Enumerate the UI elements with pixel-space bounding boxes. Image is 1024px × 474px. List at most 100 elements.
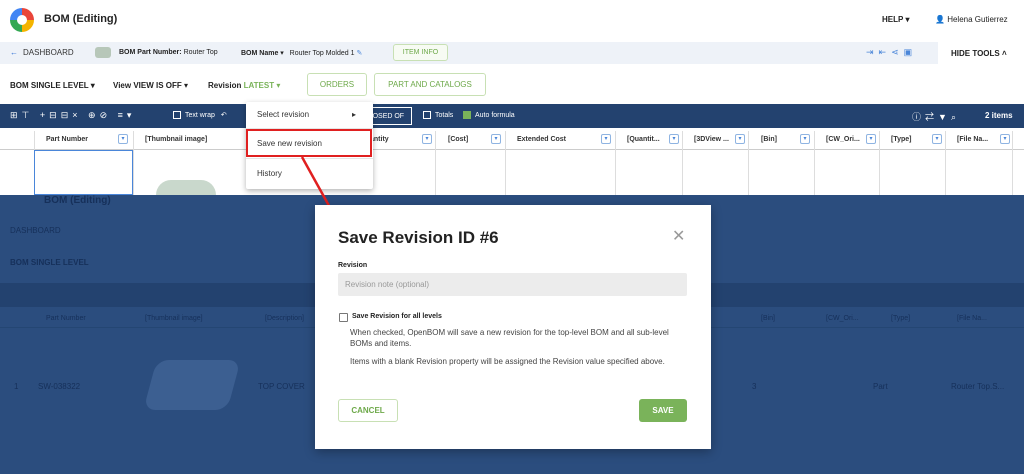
user-icon: 👤 bbox=[935, 15, 945, 24]
help-text-2: Items with a blank Revision property wil… bbox=[350, 357, 665, 366]
text-wrap-toggle[interactable]: Text wrap ↶ bbox=[173, 111, 227, 120]
share-icon[interactable]: ⋖ bbox=[891, 47, 904, 57]
grid-divider bbox=[505, 131, 506, 195]
col-bin[interactable]: [Bin] bbox=[761, 136, 777, 143]
search-icon[interactable]: ⌕ bbox=[951, 112, 960, 122]
column-menu-icon[interactable]: ▾ bbox=[1000, 134, 1010, 144]
col-quantity-2[interactable]: [Quantit... bbox=[627, 136, 660, 143]
col-cw-orientation[interactable]: [CW_Ori... bbox=[826, 136, 860, 143]
column-menu-icon[interactable]: ▾ bbox=[491, 134, 501, 144]
user-menu[interactable]: 👤 Helena Gutierrez bbox=[935, 15, 1008, 24]
grid-divider bbox=[945, 131, 946, 195]
nav-icon-group[interactable]: ⇥⇤⋖▣ bbox=[866, 47, 917, 58]
overlay-row-thumbnail bbox=[143, 360, 241, 410]
help-menu[interactable]: HELP ▾ bbox=[882, 15, 909, 24]
revision-note-input[interactable] bbox=[338, 273, 687, 296]
menu-select-revision[interactable]: Select revision bbox=[257, 110, 309, 119]
import-icon[interactable]: ⇥ bbox=[866, 47, 879, 57]
overlay-col-thumbnail: [Thumbnail image] bbox=[145, 315, 203, 322]
undo-icon[interactable]: ↶ bbox=[221, 112, 227, 119]
export-icon[interactable]: ⇤ bbox=[879, 47, 892, 57]
item-count: 2 items bbox=[985, 111, 1013, 120]
menu-history[interactable]: History bbox=[257, 169, 282, 178]
selected-cell[interactable] bbox=[34, 150, 133, 195]
bom-level-label: BOM SINGLE LEVEL bbox=[10, 81, 89, 90]
info-icon[interactable]: ⓘ bbox=[912, 112, 925, 122]
hide-tools-button[interactable]: HIDE TOOLS ˄ bbox=[951, 49, 1007, 58]
col-thumbnail[interactable]: [Thumbnail image] bbox=[145, 136, 207, 143]
save-button[interactable]: SAVE bbox=[639, 399, 687, 422]
history-label: History bbox=[257, 169, 282, 178]
submenu-arrow-icon: ▸ bbox=[352, 110, 357, 119]
item-info-button[interactable]: ITEM INFO bbox=[393, 44, 448, 61]
col-part-number[interactable]: Part Number bbox=[46, 136, 88, 143]
delete-column-icon[interactable]: ⊟× bbox=[61, 110, 82, 120]
cancel-button[interactable]: CANCEL bbox=[338, 399, 398, 422]
column-menu-icon[interactable]: ▾ bbox=[800, 134, 810, 144]
help-text-1: When checked, OpenBOM will save a new re… bbox=[350, 328, 669, 348]
column-menu-icon[interactable]: ▾ bbox=[669, 134, 679, 144]
view-dropdown[interactable]: View VIEW IS OFF ▾ bbox=[113, 81, 188, 90]
text-wrap-checkbox[interactable] bbox=[173, 111, 181, 120]
auto-formula-toggle[interactable]: Auto formula bbox=[463, 111, 515, 119]
bom-name[interactable]: BOM Name ▾ Router Top Molded 1 ✎ bbox=[241, 49, 362, 57]
close-icon[interactable]: ✕ bbox=[672, 226, 685, 246]
bom-name-value: Router Top Molded 1 bbox=[289, 50, 355, 57]
help-label: HELP bbox=[882, 15, 904, 24]
col-3dview[interactable]: [3DView ... bbox=[694, 136, 729, 143]
overlay-col-file: [File Na... bbox=[957, 315, 987, 322]
auto-formula-checkbox[interactable] bbox=[463, 111, 471, 119]
overlay-row-part-number: SW-038322 bbox=[38, 382, 81, 391]
revision-value: LATEST bbox=[243, 81, 275, 90]
annotation-highlight-box bbox=[246, 129, 372, 157]
save-icon[interactable]: ▣ bbox=[904, 47, 918, 57]
dashboard-link[interactable]: ← DASHBOARD bbox=[10, 48, 74, 57]
tree-icon[interactable]: ⊤ bbox=[22, 110, 34, 120]
add-column-icon[interactable]: +⊟ bbox=[40, 110, 61, 120]
all-levels-checkbox[interactable] bbox=[339, 313, 348, 322]
overlay-row-index: 1 bbox=[14, 382, 19, 391]
add-row-icon[interactable]: ⊕ bbox=[88, 110, 100, 120]
filter-icon[interactable]: ▼ bbox=[938, 112, 951, 122]
column-menu-icon[interactable]: ▾ bbox=[118, 134, 128, 144]
download-icon[interactable]: ⊘ bbox=[100, 110, 112, 120]
align-icon[interactable]: ≡▾ bbox=[118, 110, 136, 120]
overlay-col-part-number: Part Number bbox=[46, 315, 86, 322]
orders-button[interactable]: ORDERS bbox=[307, 73, 367, 96]
overlay-app-title: BOM (Editing) bbox=[44, 195, 111, 206]
swap-icon[interactable]: ⇄ bbox=[925, 112, 938, 122]
col-extended-cost[interactable]: Extended Cost bbox=[517, 136, 566, 143]
col-type[interactable]: [Type] bbox=[891, 136, 911, 143]
grid-divider bbox=[814, 131, 815, 195]
part-number-label: BOM Part Number: bbox=[119, 49, 182, 56]
grid-tool-icons[interactable]: ⊞⊤ +⊟⊟× ⊕⊘ ≡▾ bbox=[10, 110, 135, 121]
chevron-down-icon: ▾ bbox=[905, 15, 910, 24]
part-catalogs-button[interactable]: PART AND CATALOGS bbox=[374, 73, 486, 96]
column-menu-icon[interactable]: ▾ bbox=[422, 134, 432, 144]
auto-formula-label: Auto formula bbox=[475, 111, 515, 119]
totals-checkbox[interactable] bbox=[423, 111, 431, 119]
pencil-icon[interactable]: ✎ bbox=[356, 50, 362, 57]
col-file-name[interactable]: [File Na... bbox=[957, 136, 988, 143]
column-menu-icon[interactable]: ▾ bbox=[601, 134, 611, 144]
col-cost[interactable]: [Cost] bbox=[448, 136, 468, 143]
hierarchy-icon[interactable]: ⊞ bbox=[10, 110, 22, 120]
revision-dropdown[interactable]: Revision LATEST ▾ bbox=[208, 81, 280, 90]
part-number-value: Router Top bbox=[183, 49, 218, 56]
column-menu-icon[interactable]: ▾ bbox=[932, 134, 942, 144]
grid-divider bbox=[879, 131, 880, 195]
user-name: Helena Gutierrez bbox=[947, 15, 1008, 24]
grid-divider bbox=[615, 131, 616, 195]
bom-level-dropdown[interactable]: BOM SINGLE LEVEL ▾ bbox=[10, 81, 95, 90]
revision-label: Revision bbox=[208, 81, 242, 90]
grid-divider bbox=[748, 131, 749, 195]
grid-right-icons[interactable]: ⓘ⇄▼⌕ bbox=[912, 110, 960, 123]
hide-tools-label: HIDE TOOLS bbox=[951, 49, 1000, 58]
overlay-dashboard: DASHBOARD bbox=[10, 226, 61, 235]
dialog-title: Save Revision ID #6 bbox=[338, 228, 499, 247]
overlay-row-type: Part bbox=[873, 382, 888, 391]
openbom-logo-icon bbox=[10, 8, 34, 32]
totals-toggle[interactable]: Totals bbox=[423, 111, 453, 119]
column-menu-icon[interactable]: ▾ bbox=[735, 134, 745, 144]
column-menu-icon[interactable]: ▾ bbox=[866, 134, 876, 144]
